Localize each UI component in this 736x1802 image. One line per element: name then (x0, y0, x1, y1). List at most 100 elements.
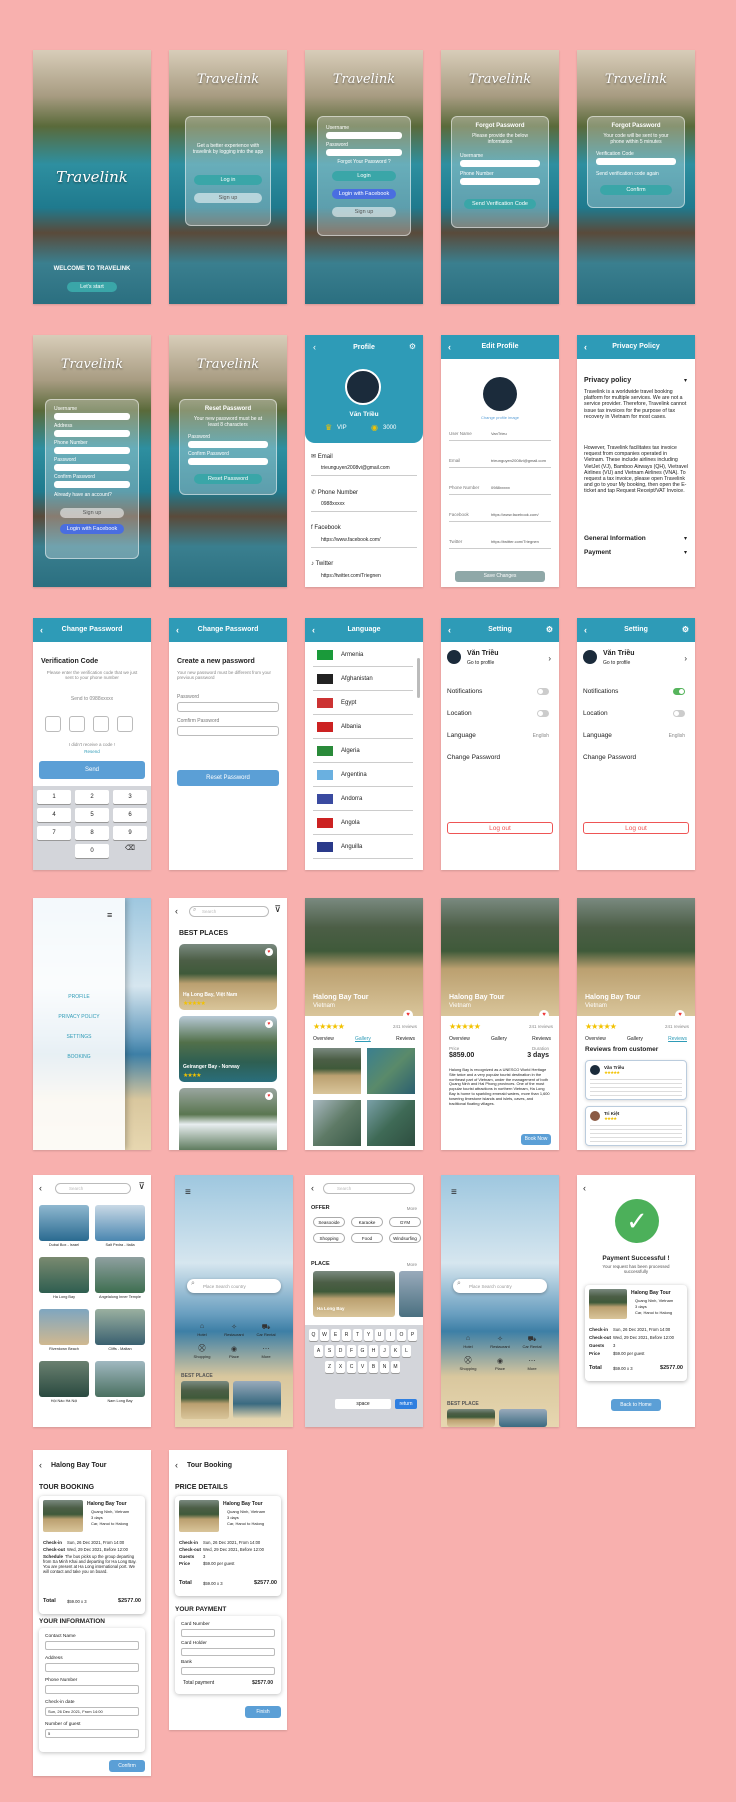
best-place-card[interactable] (233, 1381, 281, 1419)
category-icon[interactable]: ⛟ (519, 1335, 545, 1344)
heart-icon[interactable]: ♥ (403, 1010, 413, 1020)
resend-link[interactable]: Send verification code again (596, 171, 659, 177)
category-icon[interactable]: ⛒ (455, 1357, 481, 1365)
category-icon[interactable]: ⌂ (455, 1335, 481, 1342)
code-input[interactable] (596, 158, 676, 165)
keyboard-key[interactable]: I (386, 1329, 395, 1341)
keyboard-key[interactable]: V (358, 1361, 367, 1373)
category-icon[interactable]: ◉ (221, 1345, 247, 1353)
field-input[interactable] (181, 1667, 275, 1675)
keyboard-key[interactable]: C (347, 1361, 356, 1373)
chevron-down-icon[interactable]: ▾ (684, 535, 687, 542)
place-card-waterfall[interactable]: ♥ (179, 1088, 277, 1150)
field-value[interactable]: https://www.facebook.com/ (491, 512, 539, 517)
location-toggle[interactable] (673, 710, 685, 717)
keyboard-key[interactable]: M (391, 1361, 400, 1373)
keyboard-key[interactable]: F (347, 1345, 356, 1357)
password-input[interactable] (177, 702, 279, 712)
place-thumb[interactable] (95, 1205, 145, 1241)
best-place-card[interactable] (447, 1409, 495, 1427)
facebook-login-button[interactable]: Login with Facebook (60, 524, 124, 534)
go-to-profile[interactable]: Go to profile (603, 660, 630, 666)
keyboard-key[interactable]: J (380, 1345, 389, 1357)
confirm-input[interactable] (54, 481, 130, 488)
tab-gallery[interactable]: Gallery (627, 1036, 643, 1042)
signup-button[interactable]: Sign up (60, 508, 124, 518)
keypad-key[interactable]: 3 (113, 790, 147, 804)
back-icon[interactable]: ‹ (39, 1460, 42, 1470)
filter-icon[interactable]: ⊽ (274, 904, 281, 915)
field-value[interactable]: VanTrieu (491, 431, 507, 436)
offer-chip[interactable]: Shopping (313, 1233, 345, 1243)
change-password-label[interactable]: Change Password (583, 754, 689, 761)
chevron-down-icon[interactable]: ▾ (684, 377, 687, 384)
gear-icon[interactable]: ⚙ (546, 618, 553, 642)
keypad-key[interactable]: 6 (113, 808, 147, 822)
forgot-link[interactable]: Forgot Your Password ? (318, 159, 410, 165)
heart-icon[interactable]: ♥ (675, 1010, 685, 1020)
best-place-card[interactable] (499, 1409, 547, 1427)
change-password-label[interactable]: Change Password (447, 754, 553, 761)
menu-privacy[interactable]: PRIVACY POLICY (33, 1014, 125, 1020)
resend-link[interactable]: Resend (33, 749, 151, 754)
space-key[interactable]: space (335, 1399, 391, 1409)
language-item[interactable]: Angola (341, 820, 360, 826)
code-digit-1[interactable] (45, 716, 61, 732)
keyboard-key[interactable]: G (358, 1345, 367, 1357)
back-icon[interactable]: ‹ (175, 906, 178, 916)
logout-button[interactable]: Log out (447, 822, 553, 834)
hamburger-icon[interactable]: ≡ (185, 1187, 191, 1198)
hamburger-icon[interactable]: ≡ (107, 910, 112, 920)
tab-overview[interactable]: Overview (313, 1036, 334, 1042)
password-input[interactable] (188, 441, 268, 448)
password-input[interactable] (54, 464, 130, 471)
keypad-key[interactable]: 4 (37, 808, 71, 822)
back-icon[interactable]: ‹ (312, 618, 315, 642)
gallery-image[interactable] (367, 1100, 415, 1146)
username-input[interactable] (460, 160, 540, 167)
finish-button[interactable]: Finish (245, 1706, 281, 1718)
go-to-profile[interactable]: Go to profile (467, 660, 494, 666)
place-card-geiranger[interactable]: ♥ Geiranger Bay - Norway ★★★★ (179, 1016, 277, 1082)
reset-button[interactable]: Reset Password (194, 474, 262, 484)
category-icon[interactable]: ◉ (487, 1357, 513, 1365)
back-icon[interactable]: ‹ (584, 335, 587, 359)
chevron-down-icon[interactable]: ▾ (684, 549, 687, 556)
tab-gallery[interactable]: Gallery (491, 1036, 507, 1042)
chevron-right-icon[interactable]: › (684, 654, 687, 663)
reset-password-button[interactable]: Reset Password (177, 770, 279, 786)
logout-button[interactable]: Log out (583, 822, 689, 834)
place-card-halong[interactable]: ♥ Hạ Long Bay, Việt Nam ★★★★★ (179, 944, 277, 1010)
gear-icon[interactable]: ⚙ (682, 618, 689, 642)
keypad-key[interactable]: 9 (113, 826, 147, 840)
keyboard-key[interactable]: R (342, 1329, 351, 1341)
category-icon[interactable]: ⌂ (189, 1323, 215, 1330)
gallery-image[interactable] (367, 1048, 415, 1094)
field-input[interactable] (45, 1663, 139, 1672)
have-account-link[interactable]: Already have an account? (54, 492, 112, 498)
keypad-key[interactable]: 1 (37, 790, 71, 804)
phone-input[interactable] (54, 447, 130, 454)
keyboard-key[interactable]: X (336, 1361, 345, 1373)
offer-chip[interactable]: Seasooide (313, 1217, 345, 1227)
heart-icon[interactable]: ♥ (265, 948, 273, 956)
tab-overview[interactable]: Overview (449, 1036, 470, 1042)
keyboard-key[interactable]: S (325, 1345, 334, 1357)
keyboard-key[interactable]: T (353, 1329, 362, 1341)
send-code-button[interactable]: Send Verification Code (464, 199, 536, 209)
gear-icon[interactable]: ⚙ (409, 342, 416, 351)
language-item[interactable]: Algeria (341, 748, 360, 754)
keyboard-key[interactable]: H (369, 1345, 378, 1357)
field-input[interactable] (45, 1685, 139, 1694)
back-home-button[interactable]: Back to Home (611, 1399, 661, 1411)
search-input[interactable] (189, 906, 269, 917)
keyboard-key[interactable]: Z (325, 1361, 334, 1373)
confirm-button[interactable]: Confirm (109, 1760, 145, 1772)
back-icon[interactable]: ‹ (175, 1460, 178, 1470)
address-input[interactable] (54, 430, 130, 437)
category-icon[interactable]: ⋯ (253, 1345, 279, 1353)
field-value[interactable]: https://twitter.com/Triegnen (491, 539, 539, 544)
keypad-key[interactable]: 2 (75, 790, 109, 804)
back-icon[interactable]: ‹ (176, 618, 179, 642)
keyboard-key[interactable]: Y (364, 1329, 373, 1341)
